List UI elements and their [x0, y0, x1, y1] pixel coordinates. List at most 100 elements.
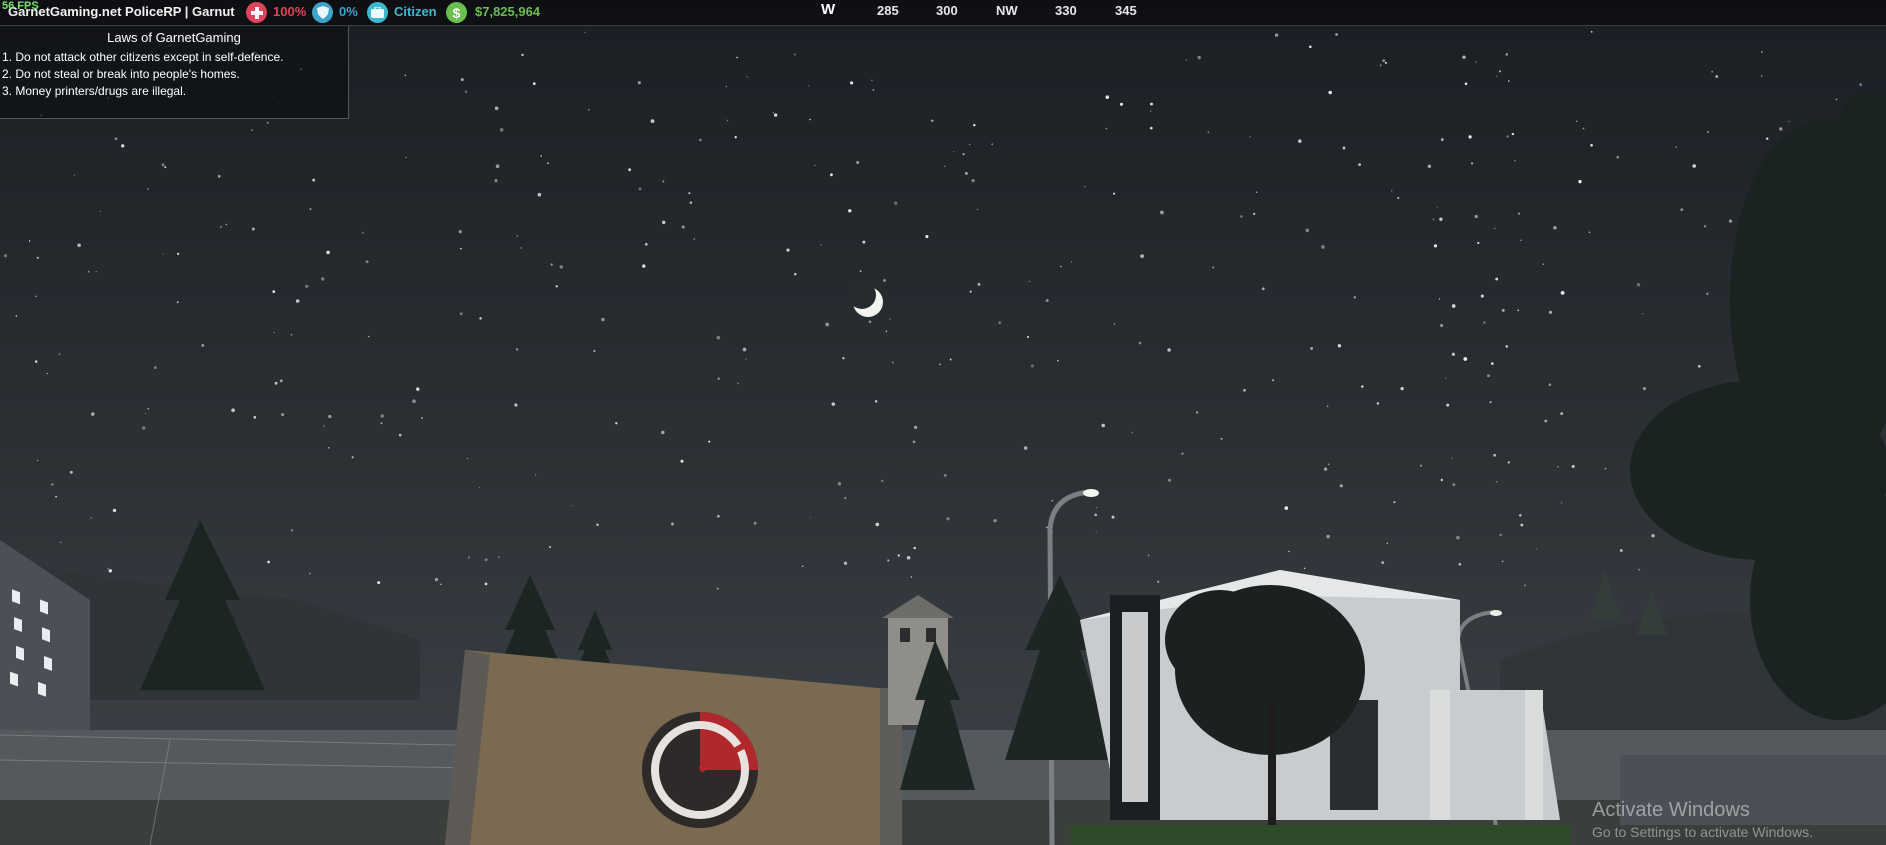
- star: [1070, 260, 1073, 263]
- star: [1704, 225, 1706, 228]
- star: [991, 143, 993, 145]
- star: [1148, 554, 1150, 557]
- star: [51, 483, 54, 486]
- star: [1119, 102, 1124, 106]
- server-name: GarnetGaming.net PoliceRP | Garnut: [8, 4, 235, 19]
- star: [1451, 457, 1453, 459]
- star: [107, 567, 109, 570]
- star: [1023, 446, 1028, 450]
- star: [1212, 266, 1215, 269]
- star: [322, 425, 325, 427]
- star: [1711, 70, 1714, 73]
- star: [742, 347, 747, 352]
- star: [377, 581, 381, 585]
- star: [794, 273, 797, 276]
- star: [60, 541, 62, 544]
- star: [1094, 513, 1097, 517]
- star: [250, 129, 253, 132]
- compass-mark: NW: [996, 3, 1018, 18]
- star: [753, 521, 757, 525]
- star: [35, 295, 37, 298]
- star: [1101, 423, 1105, 428]
- star: [745, 358, 747, 360]
- star: [786, 248, 790, 252]
- star: [1243, 388, 1246, 392]
- star: [272, 290, 276, 293]
- star: [680, 459, 684, 463]
- star: [494, 179, 498, 183]
- star: [1095, 506, 1098, 509]
- star: [1386, 542, 1388, 544]
- star: [1095, 531, 1097, 533]
- star: [1544, 419, 1548, 423]
- star: [1439, 217, 1443, 222]
- star: [1274, 33, 1279, 37]
- star: [1440, 478, 1444, 482]
- star: [1111, 515, 1115, 519]
- star: [231, 408, 235, 413]
- star: [874, 400, 878, 403]
- star: [825, 322, 830, 327]
- star: [1498, 70, 1501, 73]
- star: [1427, 164, 1432, 169]
- star: [1185, 59, 1188, 61]
- star: [1105, 95, 1110, 99]
- star: [466, 458, 469, 460]
- star: [460, 78, 464, 82]
- star: [176, 301, 179, 304]
- star: [689, 201, 693, 205]
- star: [976, 208, 979, 211]
- star: [1084, 186, 1086, 188]
- star: [1480, 294, 1484, 298]
- star: [831, 402, 836, 406]
- star: [1715, 74, 1719, 79]
- star: [801, 565, 804, 567]
- star: [46, 372, 48, 375]
- star: [1328, 90, 1332, 95]
- star: [326, 250, 330, 255]
- star: [661, 430, 665, 435]
- star: [1765, 137, 1769, 140]
- star: [144, 413, 146, 415]
- health-cross-icon: [246, 2, 267, 23]
- star: [416, 387, 420, 391]
- compass-mark: 345: [1115, 3, 1137, 18]
- star: [662, 180, 665, 183]
- star: [478, 486, 480, 489]
- star: [1255, 191, 1258, 193]
- star: [559, 265, 564, 269]
- star: [717, 514, 720, 518]
- star: [380, 414, 385, 418]
- star: [1524, 584, 1526, 587]
- star: [931, 119, 934, 122]
- star: [320, 277, 325, 281]
- star: [34, 360, 38, 363]
- star: [644, 242, 648, 246]
- star: [1249, 136, 1251, 138]
- health-value: 100%: [273, 4, 307, 19]
- star: [1400, 386, 1404, 391]
- star: [69, 470, 73, 474]
- star: [1445, 377, 1447, 380]
- star: [885, 330, 888, 332]
- star: [1167, 348, 1171, 352]
- star: [1588, 231, 1591, 233]
- star: [892, 361, 894, 364]
- star: [328, 447, 330, 449]
- star: [1616, 155, 1619, 159]
- star: [726, 119, 729, 122]
- star: [440, 583, 442, 586]
- star: [1113, 323, 1116, 325]
- star: [1272, 379, 1275, 382]
- star: [1451, 352, 1456, 356]
- star: [1452, 483, 1456, 487]
- star: [267, 560, 270, 564]
- star: [725, 85, 728, 88]
- star: [1323, 467, 1328, 471]
- star: [460, 247, 462, 250]
- star: [421, 417, 423, 419]
- star: [404, 74, 407, 77]
- money-value: $7,825,964: [475, 4, 541, 19]
- star: [201, 343, 205, 347]
- star: [1342, 146, 1346, 150]
